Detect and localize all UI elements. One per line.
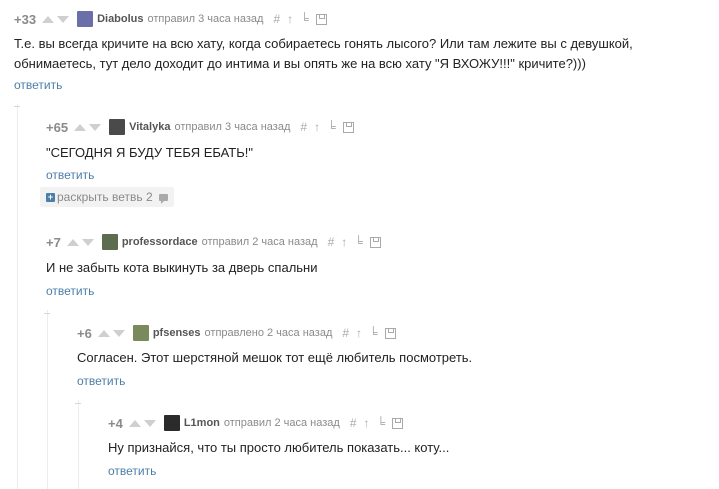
vote-up-icon[interactable]	[66, 238, 79, 246]
comment-rating: +7	[46, 234, 61, 250]
parent-icon[interactable]: ╘	[369, 326, 378, 340]
comment-text-line: обнимаетесь, тут дело доходит до интима …	[14, 56, 586, 71]
reply-link[interactable]: ответить	[14, 78, 62, 92]
thread-line	[47, 310, 48, 489]
username[interactable]: pfsenses	[153, 327, 201, 339]
comment-text-line: И не забыть кота выкинуть за дверь спаль…	[46, 260, 318, 275]
comment-text: И не забыть кота выкинуть за дверь спаль…	[46, 258, 318, 278]
comment-rating: +65	[46, 119, 69, 135]
hash-icon[interactable]: #	[328, 235, 335, 249]
comment-text-line: Т.е. вы всегда кричите на всю хату, когд…	[14, 36, 633, 51]
hash-icon[interactable]: #	[350, 416, 357, 430]
expand-thread-label: раскрыть ветвь 2	[57, 190, 153, 204]
comment-header: +4 L1mon отправил 2 часа назад # ↑ ╘	[108, 415, 404, 431]
comment-header: +7 professordace отправил 2 часа назад #…	[46, 234, 381, 250]
expand-thread-button[interactable]: + раскрыть ветвь 2	[40, 187, 174, 207]
comment-meta: отправил 2 часа назад	[201, 236, 318, 248]
up-arrow-icon[interactable]: ↑	[341, 235, 347, 249]
hash-icon[interactable]: #	[342, 326, 349, 340]
vote-down-icon[interactable]	[143, 419, 156, 427]
avatar[interactable]	[109, 119, 126, 135]
comment-rating: +33	[14, 11, 37, 27]
vote-up-icon[interactable]	[74, 123, 87, 131]
avatar[interactable]	[101, 234, 118, 250]
comment-header: +65 Vitalyka отправил 3 часа назад # ↑ ╘	[46, 119, 354, 135]
avatar[interactable]	[132, 325, 149, 341]
up-arrow-icon[interactable]: ↑	[356, 326, 362, 340]
comment-text: "СЕГОДНЯ Я БУДУ ТЕБЯ ЕБАТЬ!"	[46, 143, 253, 163]
hash-icon[interactable]: #	[273, 12, 280, 26]
comment-meta: отправил 2 часа назад	[223, 417, 340, 429]
vote-down-icon[interactable]	[89, 123, 102, 131]
vote-down-icon[interactable]	[57, 15, 70, 23]
reply-link[interactable]: ответить	[108, 464, 156, 478]
comment-text-line: Ну признайся, что ты просто любитель пок…	[108, 440, 450, 455]
comment-meta: отправил 3 часа назад	[174, 121, 291, 133]
thread-line	[17, 104, 18, 489]
reply-link[interactable]: ответить	[77, 374, 125, 388]
comment-bubble-icon	[158, 193, 168, 204]
save-icon[interactable]	[392, 417, 404, 429]
parent-icon[interactable]: ╘	[377, 416, 386, 430]
comment-header: +33 Diabolus отправил 3 часа назад # ↑ ╘	[14, 11, 327, 27]
username[interactable]: L1mon	[184, 417, 220, 429]
plus-icon: +	[46, 191, 55, 202]
thread-collapse-marker[interactable]	[44, 313, 50, 314]
save-icon[interactable]	[384, 327, 396, 339]
vote-up-icon[interactable]	[42, 15, 55, 23]
comment-text: Т.е. вы всегда кричите на всю хату, когд…	[14, 34, 633, 74]
username[interactable]: Vitalyka	[129, 121, 170, 133]
save-icon[interactable]	[315, 13, 327, 25]
up-arrow-icon[interactable]: ↑	[364, 416, 370, 430]
comment-rating: +6	[77, 325, 92, 341]
thread-collapse-marker[interactable]	[14, 106, 20, 107]
username[interactable]: Diabolus	[97, 13, 143, 25]
vote-up-icon[interactable]	[97, 329, 110, 337]
thread-line	[78, 400, 79, 489]
username[interactable]: professordace	[122, 236, 198, 248]
comment-tools: # ↑ ╘	[342, 326, 396, 340]
thread-collapse-marker[interactable]	[75, 403, 81, 404]
parent-icon[interactable]: ╘	[300, 12, 309, 26]
comment-meta: отправлено 2 часа назад	[204, 327, 333, 339]
up-arrow-icon[interactable]: ↑	[287, 12, 293, 26]
comment-text: Согласен. Этот шерстяной мешок тот ещё л…	[77, 348, 472, 368]
comment-header: +6 pfsenses отправлено 2 часа назад # ↑ …	[77, 325, 396, 341]
vote-up-icon[interactable]	[128, 419, 141, 427]
comment-meta: отправил 3 часа назад	[147, 13, 264, 25]
hash-icon[interactable]: #	[300, 120, 307, 134]
avatar[interactable]	[77, 11, 94, 27]
comment-text-line: "СЕГОДНЯ Я БУДУ ТЕБЯ ЕБАТЬ!"	[46, 145, 253, 160]
comment-text: Ну признайся, что ты просто любитель пок…	[108, 438, 449, 458]
comment-tools: # ↑ ╘	[300, 120, 354, 134]
comment-tools: # ↑ ╘	[273, 12, 327, 26]
up-arrow-icon[interactable]: ↑	[314, 120, 320, 134]
vote-down-icon[interactable]	[81, 238, 94, 246]
save-icon[interactable]	[369, 236, 381, 248]
parent-icon[interactable]: ╘	[327, 120, 336, 134]
reply-link[interactable]: ответить	[46, 284, 94, 298]
save-icon[interactable]	[342, 121, 354, 133]
vote-down-icon[interactable]	[112, 329, 125, 337]
reply-link[interactable]: ответить	[46, 168, 94, 182]
comment-tools: # ↑ ╘	[328, 235, 381, 249]
avatar[interactable]	[163, 415, 180, 431]
parent-icon[interactable]: ╘	[354, 235, 363, 249]
comment-text-line: Согласен. Этот шерстяной мешок тот ещё л…	[77, 350, 473, 365]
comment-tools: # ↑ ╘	[350, 416, 404, 430]
comment-rating: +4	[108, 415, 123, 431]
